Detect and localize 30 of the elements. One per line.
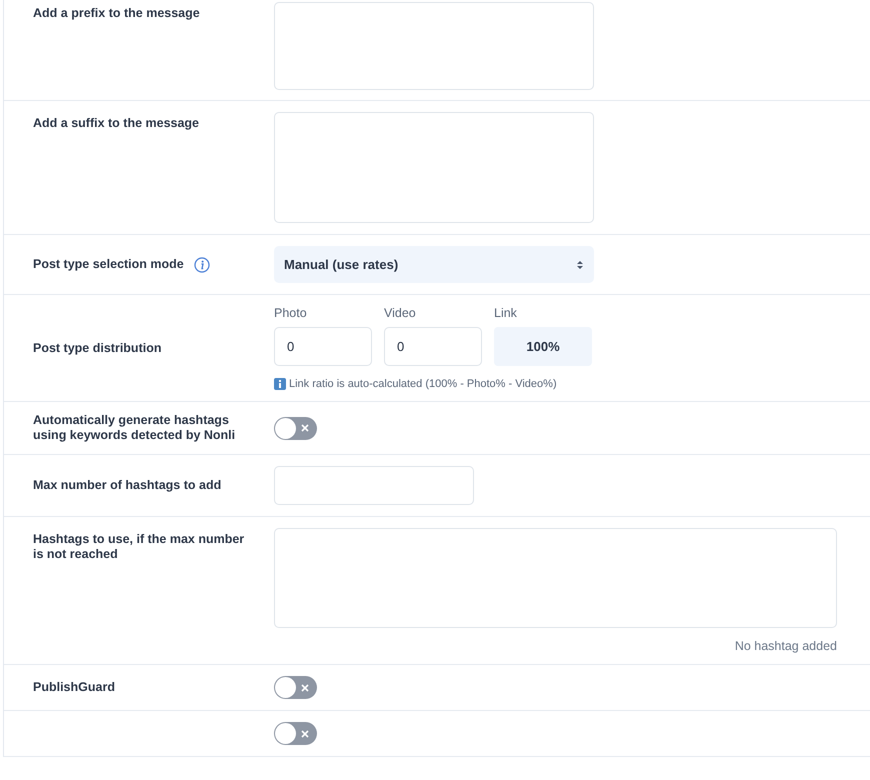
toggle-switch[interactable] <box>274 416 317 440</box>
field-label: Add a prefix to the message <box>33 6 200 21</box>
text-area-field[interactable] <box>274 2 594 90</box>
toggle-switch[interactable] <box>274 722 317 745</box>
field-label: Photo <box>274 306 307 320</box>
info-icon[interactable] <box>194 256 210 272</box>
cross-icon <box>301 684 309 692</box>
field-label: Post type distribution <box>33 340 162 356</box>
number-field[interactable]: 0 <box>274 327 372 366</box>
field-label: Add a suffix to the message <box>33 116 200 131</box>
hint-text: No hashtag added <box>734 639 837 653</box>
text-area-field[interactable] <box>274 112 594 223</box>
field-label: PublishGuard <box>33 680 115 695</box>
dropdown[interactable]: Manual (use rates) <box>274 246 594 283</box>
toggle-switch[interactable] <box>274 676 317 699</box>
field-label: Video <box>384 306 416 320</box>
number-field[interactable]: 0 <box>384 327 482 366</box>
field-label: Automatically generate hashtags using keywords detected by Nonli <box>33 413 236 443</box>
field-label: Link <box>494 306 517 320</box>
field-label: Post type selection mode <box>33 257 184 272</box>
info-icon <box>274 378 286 390</box>
sort-caret-icon <box>576 260 584 270</box>
computed-value: 100% <box>494 327 592 366</box>
field-label: Hashtags to use, if the max number is not reached <box>33 532 246 562</box>
field-label: Max number of hashtags to add <box>33 478 222 493</box>
cross-icon <box>301 730 309 738</box>
text-area-field[interactable] <box>274 528 837 628</box>
hint-text: Link ratio is auto-calculated (100% - Photo% - Video%) <box>289 378 557 390</box>
input-field[interactable] <box>274 466 474 505</box>
cross-icon <box>301 424 309 432</box>
